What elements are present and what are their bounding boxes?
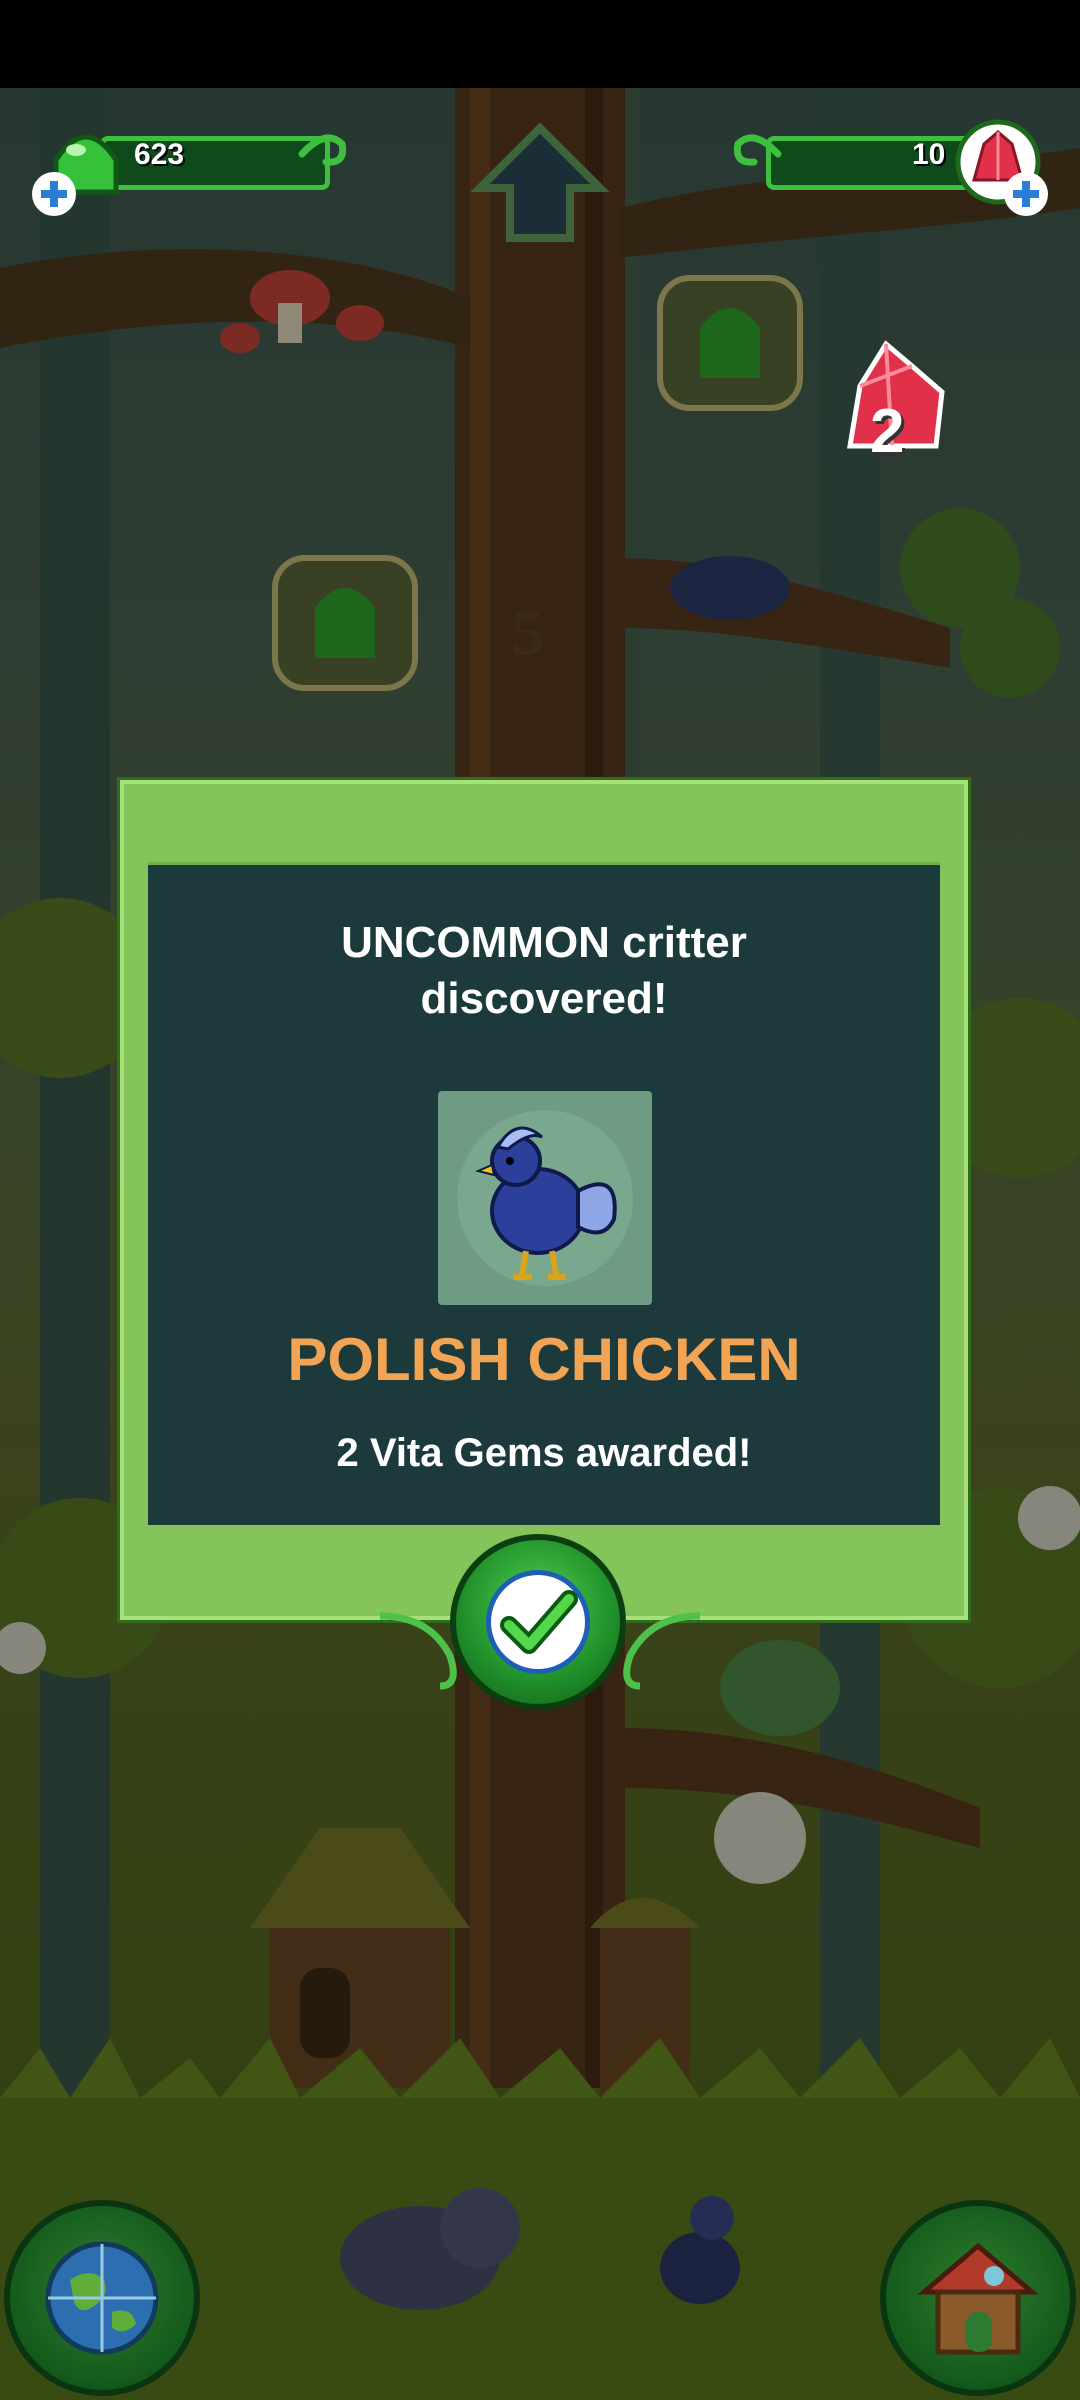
confirm-button-face bbox=[486, 1570, 590, 1674]
vine-curl-icon bbox=[298, 134, 347, 166]
status-bar bbox=[0, 0, 1080, 88]
floating-gem-amount: 2 bbox=[870, 397, 905, 466]
home-button[interactable] bbox=[880, 2200, 1076, 2396]
critter-name: POLISH CHICKEN bbox=[287, 1326, 801, 1393]
headline-line1: UNCOMMON critter bbox=[341, 918, 747, 967]
headline-line2: discovered! bbox=[420, 974, 668, 1023]
gem-count: 10 bbox=[912, 138, 946, 171]
trunk-marker: 5 bbox=[512, 597, 544, 668]
check-icon bbox=[500, 1590, 578, 1654]
add-gel-button[interactable] bbox=[32, 172, 76, 216]
add-gem-button[interactable] bbox=[1004, 172, 1048, 216]
gel-count: 623 bbox=[134, 138, 185, 171]
vine-curl-icon bbox=[733, 134, 782, 166]
floating-gem-reward[interactable]: 2 bbox=[836, 336, 956, 486]
globe-icon bbox=[45, 2241, 159, 2355]
discovery-dialog: UNCOMMON critter discovered! POLISH CHIC… bbox=[120, 780, 968, 1620]
polish-chicken-icon bbox=[457, 1110, 633, 1286]
world-map-button[interactable] bbox=[4, 2200, 200, 2396]
dialog-headline: UNCOMMON critter discovered! bbox=[148, 915, 940, 1027]
treehouse-icon bbox=[917, 2242, 1039, 2355]
dialog-panel: UNCOMMON critter discovered! POLISH CHIC… bbox=[148, 862, 940, 1525]
critter-portrait bbox=[438, 1091, 652, 1305]
reward-text: 2 Vita Gems awarded! bbox=[336, 1431, 752, 1475]
confirm-button[interactable] bbox=[450, 1534, 626, 1710]
